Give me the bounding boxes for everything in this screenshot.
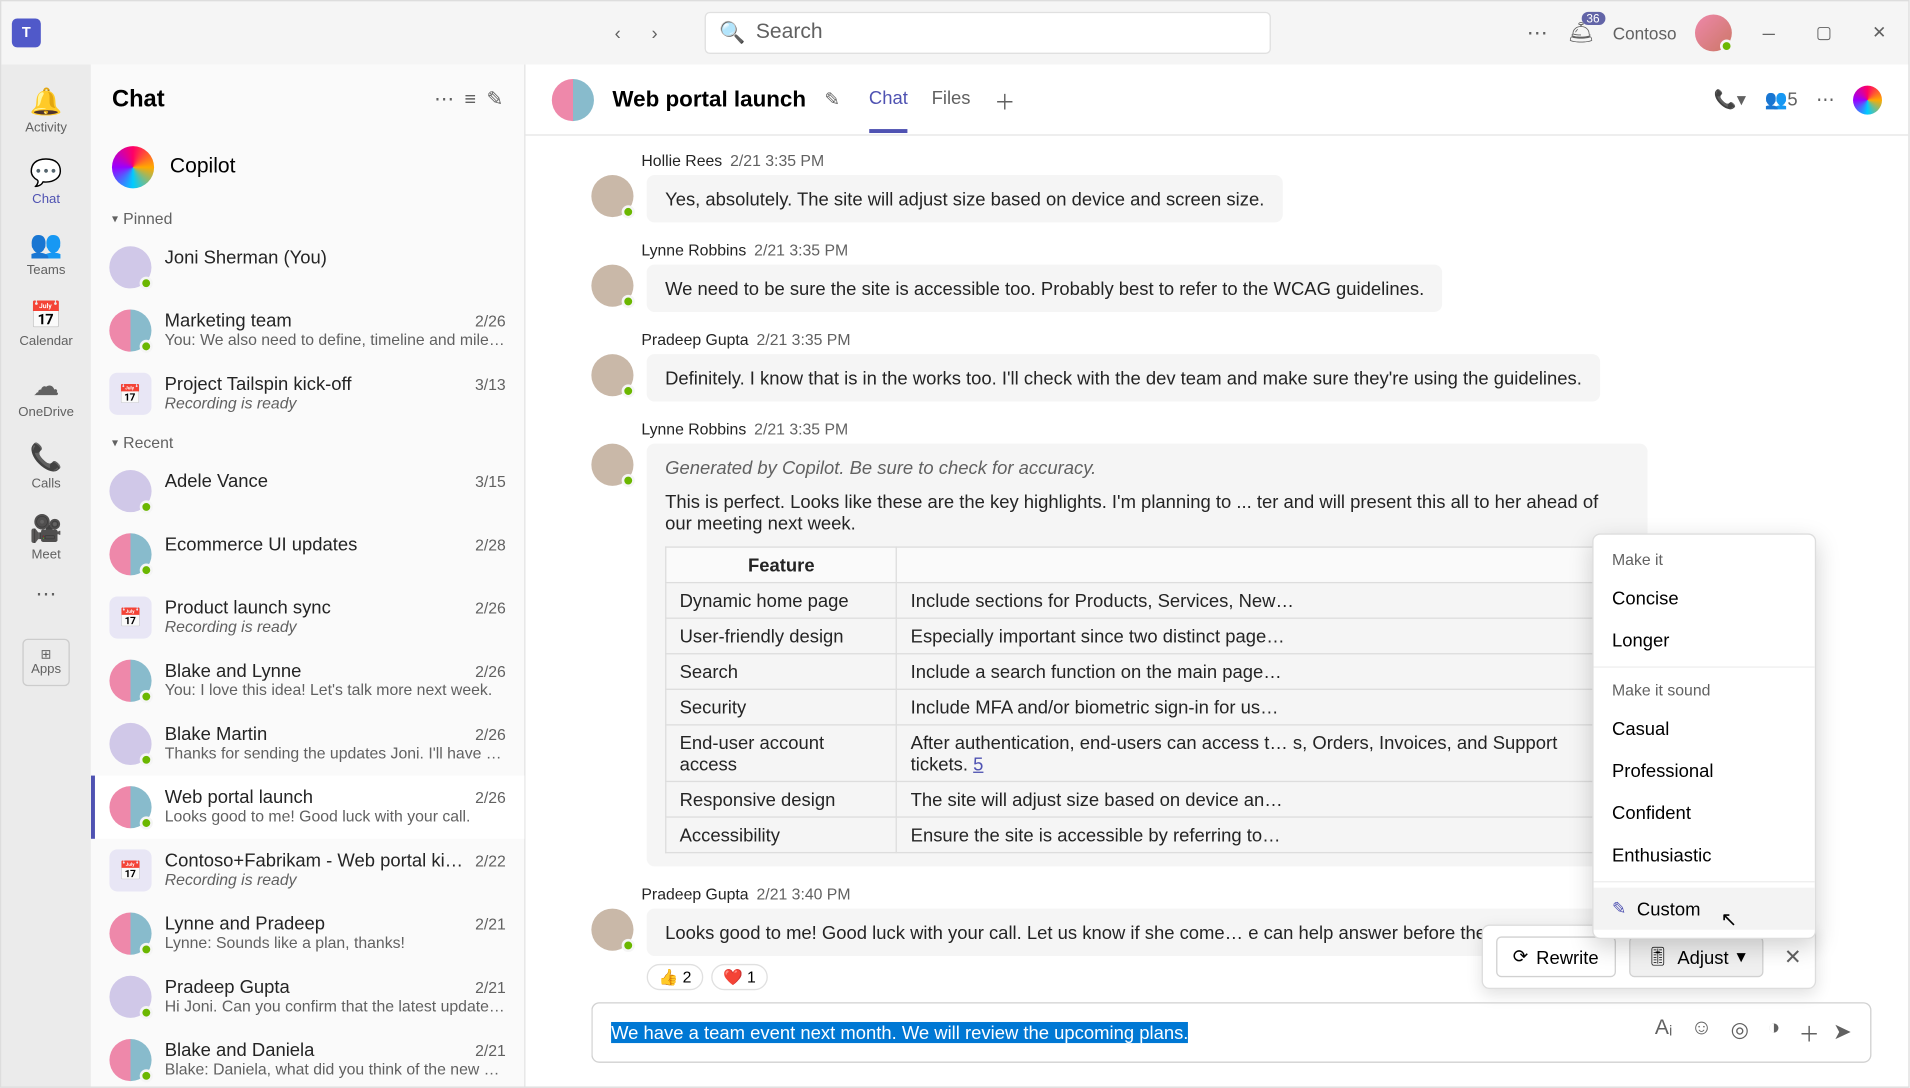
refresh-icon: ⟳ bbox=[1513, 946, 1528, 968]
chat-list-item[interactable]: Ecommerce UI updates2/28 bbox=[91, 523, 524, 586]
profile-avatar[interactable] bbox=[1695, 14, 1732, 51]
rail-apps[interactable]: ⊞Apps bbox=[22, 639, 69, 686]
adjust-casual[interactable]: Casual bbox=[1594, 707, 1815, 749]
rail-meet[interactable]: 🎥Meet bbox=[7, 504, 86, 570]
chat-list-item[interactable]: Pradeep Gupta2/21 Hi Joni. Can you confi… bbox=[91, 965, 524, 1028]
rail-more[interactable]: ⋯ bbox=[36, 581, 57, 607]
chat-list-item[interactable]: Blake and Daniela2/21 Blake: Daniela, wh… bbox=[91, 1029, 524, 1087]
chat-list-item[interactable]: 📅 Contoso+Fabrikam - Web portal ki…2/22 … bbox=[91, 839, 524, 902]
search-input[interactable]: 🔍 Search bbox=[705, 12, 1271, 54]
pen-icon: ✎ bbox=[1612, 898, 1626, 919]
copilot-icon bbox=[112, 146, 154, 188]
send-button[interactable]: ➤ bbox=[1833, 1019, 1852, 1045]
notifications-icon[interactable]: 🛎36 bbox=[1568, 20, 1595, 46]
rail-calls[interactable]: 📞Calls bbox=[7, 433, 86, 499]
org-label: Contoso bbox=[1613, 23, 1677, 43]
adjust-enthusiastic[interactable]: Enthusiastic bbox=[1594, 834, 1815, 876]
format-icon[interactable]: Aᵢ bbox=[1655, 1017, 1672, 1049]
copilot-entry[interactable]: Copilot bbox=[91, 133, 524, 201]
window-maximize[interactable]: ▢ bbox=[1806, 22, 1843, 43]
filter-icon[interactable]: ≡ bbox=[464, 88, 476, 110]
chatlist-title: Chat bbox=[112, 85, 424, 113]
new-chat-icon[interactable]: ✎ bbox=[487, 87, 504, 111]
adjust-concise[interactable]: Concise bbox=[1594, 577, 1815, 619]
chat-list-item[interactable]: 📅 Project Tailspin kick-off3/13 Recordin… bbox=[91, 362, 524, 425]
window-minimize[interactable]: ─ bbox=[1750, 23, 1787, 43]
rewrite-button[interactable]: ⟳Rewrite bbox=[1496, 936, 1616, 977]
compose-text[interactable]: We have a team event next month. We will… bbox=[611, 1022, 1642, 1043]
chevron-down-icon: ▾ bbox=[1737, 946, 1746, 968]
chat-list-item[interactable]: Marketing team2/26 You: We also need to … bbox=[91, 299, 524, 362]
sliders-icon: 🎚 bbox=[1646, 946, 1669, 968]
adjust-custom[interactable]: ✎Custom bbox=[1594, 888, 1815, 930]
section-pinned[interactable]: ▾Pinned bbox=[91, 202, 524, 236]
adjust-heading-2: Make it sound bbox=[1594, 673, 1815, 707]
chat-avatar bbox=[552, 78, 594, 120]
rail-teams[interactable]: 👥Teams bbox=[7, 220, 86, 286]
emoji-icon[interactable]: ☺ bbox=[1691, 1017, 1713, 1049]
chat-list-item[interactable]: 📅 Product launch sync2/26 Recording is r… bbox=[91, 586, 524, 649]
search-placeholder: Search bbox=[756, 21, 823, 45]
adjust-heading-1: Make it bbox=[1594, 543, 1815, 577]
rewrite-close[interactable]: ✕ bbox=[1784, 944, 1802, 970]
chat-list-item[interactable]: Adele Vance3/15 bbox=[91, 460, 524, 523]
tab-chat[interactable]: Chat bbox=[869, 66, 908, 133]
tab-files[interactable]: Files bbox=[932, 66, 971, 133]
copilot-compose-icon[interactable]: ◎ bbox=[1731, 1017, 1749, 1049]
adjust-longer[interactable]: Longer bbox=[1594, 619, 1815, 661]
chat-title: Web portal launch bbox=[612, 86, 806, 112]
reaction[interactable]: ❤️ 1 bbox=[711, 964, 768, 990]
nav-back[interactable]: ‹ bbox=[605, 22, 631, 43]
add-tab-icon[interactable]: ＋ bbox=[989, 84, 1021, 116]
window-close[interactable]: ✕ bbox=[1861, 22, 1898, 43]
chat-list-item[interactable]: Joni Sherman (You) bbox=[91, 236, 524, 299]
copilot-label: Copilot bbox=[170, 155, 236, 179]
chat-list-item[interactable]: Lynne and Pradeep2/21 Lynne: Sounds like… bbox=[91, 902, 524, 965]
chat-list-item[interactable]: Blake and Lynne2/26 You: I love this ide… bbox=[91, 649, 524, 712]
app-rail: 🔔Activity💬Chat👥Teams📅Calendar☁OneDrive📞C… bbox=[1, 65, 91, 1087]
copilot-pane-icon[interactable] bbox=[1853, 85, 1882, 114]
rail-calendar[interactable]: 📅Calendar bbox=[7, 291, 86, 357]
attach-icon[interactable]: ＋ bbox=[1799, 1017, 1820, 1049]
notif-badge: 36 bbox=[1581, 12, 1605, 25]
participants-button[interactable]: 👥5 bbox=[1764, 88, 1797, 110]
rail-onedrive[interactable]: ☁OneDrive bbox=[7, 362, 86, 428]
rail-activity[interactable]: 🔔Activity bbox=[7, 78, 86, 144]
chat-list-item[interactable]: Web portal launch2/26 Looks good to me! … bbox=[91, 776, 524, 839]
search-icon: 🔍 bbox=[719, 20, 745, 46]
adjust-professional[interactable]: Professional bbox=[1594, 749, 1815, 791]
chat-list-item[interactable]: Blake Martin2/26 Thanks for sending the … bbox=[91, 712, 524, 775]
adjust-confident[interactable]: Confident bbox=[1594, 792, 1815, 834]
adjust-button[interactable]: 🎚Adjust▾ bbox=[1629, 936, 1763, 977]
compose-box[interactable]: We have a team event next month. We will… bbox=[591, 1002, 1871, 1063]
reaction[interactable]: 👍 2 bbox=[647, 964, 704, 990]
nav-forward[interactable]: › bbox=[641, 22, 667, 43]
section-recent[interactable]: ▾Recent bbox=[91, 425, 524, 459]
teams-app-icon: T bbox=[12, 18, 41, 47]
rename-icon[interactable]: ✎ bbox=[825, 88, 840, 110]
adjust-menu: Make it ConciseLonger Make it sound Casu… bbox=[1592, 533, 1816, 939]
chat-more-actions[interactable]: ⋯ bbox=[1816, 88, 1834, 110]
chat-more-icon[interactable]: ⋯ bbox=[434, 87, 454, 111]
rail-chat[interactable]: 💬Chat bbox=[7, 149, 86, 215]
call-dropdown[interactable]: 📞▾ bbox=[1714, 88, 1746, 110]
loop-icon[interactable]: ◑ bbox=[1767, 1017, 1780, 1049]
more-options[interactable]: ⋯ bbox=[1527, 20, 1549, 46]
